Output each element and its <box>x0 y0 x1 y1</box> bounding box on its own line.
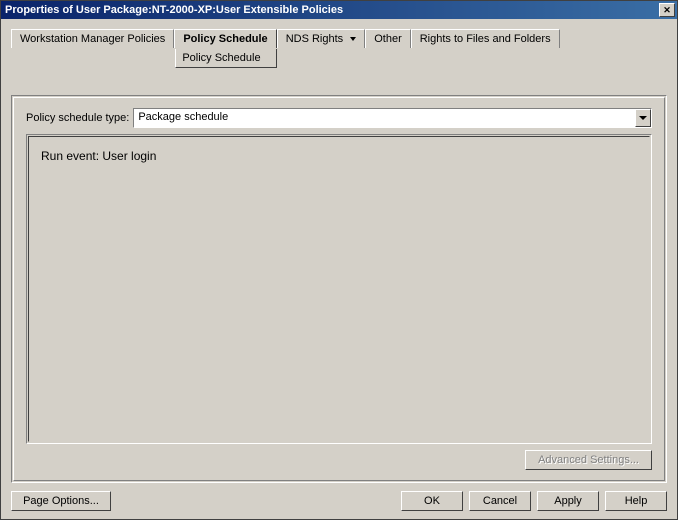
tab-strip: Workstation Manager Policies Policy Sche… <box>11 29 667 69</box>
button-label: Cancel <box>483 495 517 507</box>
tab-label: Policy Schedule <box>183 33 267 45</box>
button-label: OK <box>424 495 440 507</box>
window-title: Properties of User Package:NT-2000-XP:Us… <box>5 4 657 16</box>
chevron-down-icon <box>639 116 647 120</box>
tab-nds-rights[interactable]: NDS Rights <box>277 29 366 48</box>
help-button[interactable]: Help <box>605 491 667 511</box>
advanced-row: Advanced Settings... <box>26 450 652 470</box>
run-event-text: Run event: User login <box>41 149 637 163</box>
titlebar: Properties of User Package:NT-2000-XP:Us… <box>1 1 677 19</box>
tab-label: Rights to Files and Folders <box>420 33 551 45</box>
tab-other[interactable]: Other <box>365 29 411 48</box>
combo-dropdown-button[interactable] <box>635 109 651 127</box>
button-label: Apply <box>554 495 582 507</box>
tab-label: NDS Rights <box>286 33 343 45</box>
client-area: Workstation Manager Policies Policy Sche… <box>1 19 677 519</box>
page-options-button[interactable]: Page Options... <box>11 491 111 511</box>
apply-button[interactable]: Apply <box>537 491 599 511</box>
subtab-label: Policy Schedule <box>182 52 260 64</box>
tab-workstation-manager-policies[interactable]: Workstation Manager Policies <box>11 29 174 48</box>
close-button[interactable]: ✕ <box>659 3 675 17</box>
policy-schedule-panel: Policy schedule type: Package schedule R… <box>11 95 667 483</box>
dialog-window: Properties of User Package:NT-2000-XP:Us… <box>0 0 678 520</box>
schedule-type-combo[interactable]: Package schedule <box>133 108 652 128</box>
button-label: Help <box>625 495 648 507</box>
dialog-button-bar: Page Options... OK Cancel Apply Help <box>11 491 667 511</box>
close-icon: ✕ <box>663 5 671 16</box>
tab-label: Workstation Manager Policies <box>20 33 165 45</box>
ok-button[interactable]: OK <box>401 491 463 511</box>
button-label: Page Options... <box>23 495 99 507</box>
panel-inner: Policy schedule type: Package schedule R… <box>13 97 665 481</box>
button-label: Advanced Settings... <box>538 454 639 466</box>
tab-rights-to-files-and-folders[interactable]: Rights to Files and Folders <box>411 29 560 48</box>
schedule-type-row: Policy schedule type: Package schedule <box>26 108 652 128</box>
schedule-type-label: Policy schedule type: <box>26 112 129 124</box>
schedule-details-box: Run event: User login <box>26 134 652 444</box>
tab-policy-schedule[interactable]: Policy Schedule Policy Schedule <box>174 29 276 48</box>
subtab-policy-schedule[interactable]: Policy Schedule <box>175 49 276 68</box>
advanced-settings-button: Advanced Settings... <box>525 450 652 470</box>
schedule-details-inner: Run event: User login <box>28 136 650 442</box>
tab-label: Other <box>374 33 402 45</box>
cancel-button[interactable]: Cancel <box>469 491 531 511</box>
chevron-down-icon <box>350 37 356 41</box>
schedule-type-value: Package schedule <box>134 109 635 127</box>
